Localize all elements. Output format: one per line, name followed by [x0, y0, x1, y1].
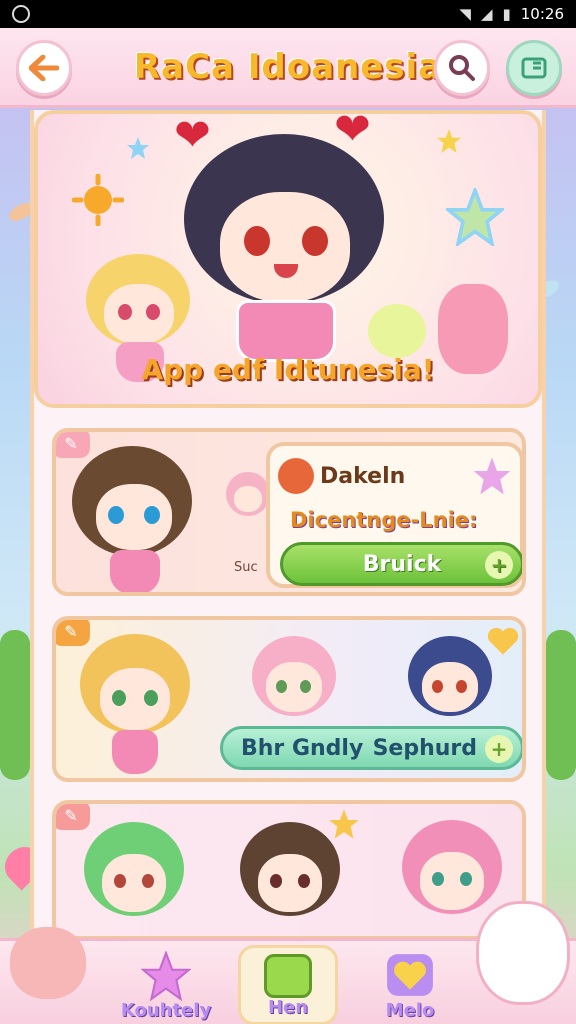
character-card-3[interactable]: ✎	[52, 800, 526, 940]
tab-label: Kouhtely	[120, 1000, 212, 1021]
status-time: 10:26	[520, 5, 564, 23]
sephurd-button[interactable]: Bhr Gndly Sephurd +	[220, 726, 522, 770]
card-tag-icon: ✎	[56, 432, 90, 458]
card1-sub-label: Suc	[234, 560, 258, 575]
bhr-gndly-label: Bhr Gndly	[241, 735, 364, 761]
card1-popup: Dakeln Dicentnge-Lnie: Bruick +	[266, 442, 522, 588]
wifi-icon: ◥	[459, 5, 471, 23]
tab-hen[interactable]: Hen	[238, 945, 338, 1024]
face-icon	[278, 458, 314, 494]
arrow-left-icon	[29, 55, 59, 81]
book-icon	[521, 57, 547, 79]
battery-icon: ▮	[502, 5, 511, 23]
card-tag-icon: ✎	[56, 804, 90, 830]
bruick-button[interactable]: Bruick +	[280, 542, 522, 586]
hero-caption: App edf Idtunesia!	[141, 353, 435, 386]
plus-icon: +	[485, 551, 513, 579]
sephurd-label: Sephurd	[372, 735, 477, 761]
tab-label: Hen	[267, 997, 309, 1018]
tree-decoration	[0, 630, 30, 780]
star-icon	[127, 137, 149, 159]
bruick-button-label: Bruick	[362, 551, 442, 577]
app-header: RaCa Idoanesia	[0, 28, 576, 108]
signal-icon: ◢	[480, 5, 493, 23]
heart-icon	[487, 627, 519, 655]
bow-icon: ❤	[334, 110, 371, 155]
tree-decoration	[546, 630, 576, 780]
bow-icon: ❤	[174, 110, 211, 161]
pink-bear-mascot-illustration	[10, 927, 86, 999]
character-card-2[interactable]: ✎ Bhr Gndly Sephurd +	[52, 616, 526, 782]
menu-button[interactable]	[506, 40, 562, 96]
notification-icon	[12, 5, 30, 23]
main-content: ❤ ❤ App edf Idtunesia! ✎ Suc Dakeln Dice…	[30, 110, 546, 940]
status-icons: ◥ ◢ ▮ 10:26	[459, 5, 564, 23]
popup-title: Dakeln	[320, 464, 406, 489]
white-bunny-mascot-illustration	[476, 901, 570, 1005]
tab-melo[interactable]: Melo	[360, 945, 460, 1024]
hero-banner[interactable]: ❤ ❤ App edf Idtunesia!	[34, 110, 542, 408]
star-icon	[473, 457, 511, 495]
popup-subtitle: Dicentnge-Lnie:	[290, 508, 478, 532]
star-icon	[141, 951, 191, 1001]
plus-icon: +	[485, 735, 513, 763]
heart-icon	[387, 954, 433, 996]
sun-icon	[72, 174, 124, 226]
status-bar: ◥ ◢ ▮ 10:26	[0, 0, 576, 28]
green-creature-icon	[264, 954, 312, 998]
star-icon	[446, 188, 504, 246]
tab-kouhtely[interactable]: Kouhtely	[116, 945, 216, 1024]
card-tag-icon: ✎	[56, 620, 90, 646]
search-button[interactable]	[434, 40, 490, 96]
yellow-creature-illustration	[368, 304, 426, 358]
search-icon	[449, 55, 475, 81]
star-icon	[437, 129, 461, 153]
tab-label: Melo	[385, 1000, 435, 1021]
bottom-tab-bar: Kouhtely Hen Melo	[0, 901, 576, 1024]
back-button[interactable]	[16, 40, 72, 96]
star-icon	[329, 809, 359, 839]
app-title: RaCa Idoanesia	[133, 46, 443, 87]
character-card-1[interactable]: ✎ Suc Dakeln Dicentnge-Lnie: Bruick +	[52, 428, 526, 596]
